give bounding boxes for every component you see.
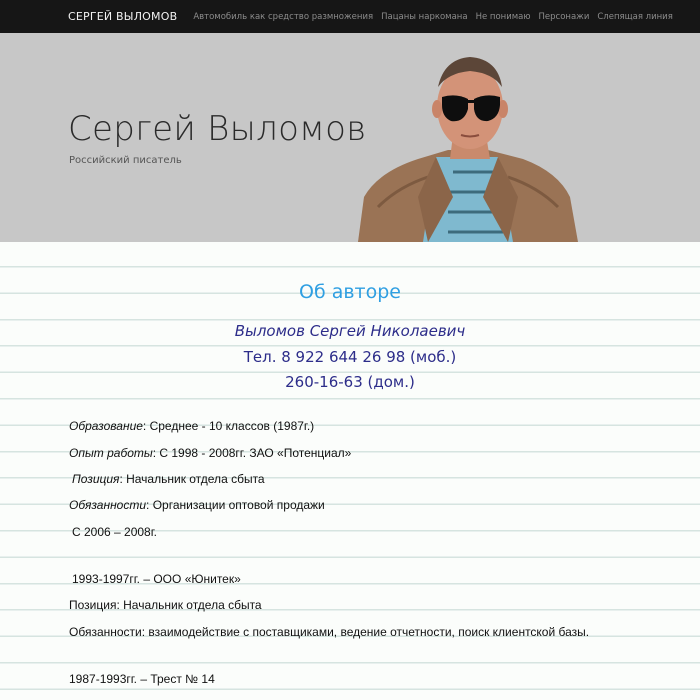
position-label: Позиция (72, 472, 120, 486)
hero-banner: Сергей Выломов Российский писатель (0, 33, 700, 242)
about-title: Об авторе (299, 281, 401, 303)
period-2006: С 2006 – 2008г. (72, 525, 157, 539)
about-section: Об авторе Выломов Сергей Николаевич Тел.… (0, 242, 700, 700)
position-value: : Начальник отдела сбыта (119, 472, 265, 486)
nav-link-2[interactable]: Пацаны наркомана (381, 12, 467, 22)
experience-label: Опыт работы (69, 446, 153, 460)
job3-period: 1987-1993гг. – Трест № 14 (69, 672, 215, 686)
nav-link-5[interactable]: Слепящая линия (597, 12, 672, 22)
position-row: Позиция: Начальник отдела сбыта (72, 472, 265, 486)
phone-mobile: Тел. 8 922 644 26 98 (моб.) (243, 348, 457, 366)
duties-value: : Организации оптовой продажи (146, 498, 325, 512)
site-brand-link[interactable]: СЕРГЕЙ ВЫЛОМОВ (68, 10, 177, 23)
experience-value: : С 1998 - 2008гг. ЗАО «Потенциал» (152, 446, 352, 460)
nav-link-4[interactable]: Персонажи (539, 12, 590, 22)
hero-title: Сергей Выломов (68, 109, 367, 149)
nav-link-3[interactable]: Не понимаю (476, 12, 531, 22)
duties-label: Обязанности (69, 498, 147, 512)
author-portrait (358, 57, 578, 242)
job2-position: Позиция: Начальник отдела сбыта (69, 598, 262, 612)
nav-link-1[interactable]: Автомобиль как средство размножения (193, 12, 373, 22)
experience-row: Опыт работы: С 1998 - 2008гг. ЗАО «Потен… (69, 446, 351, 460)
phone-home: 260-16-63 (дом.) (285, 373, 415, 391)
duties-row: Обязанности: Организации оптовой продажи (69, 498, 325, 512)
education-row: Образование: Среднее - 10 классов (1987г… (69, 419, 314, 433)
job2-duties: Обязанности: взаимодействие с поставщика… (69, 625, 590, 639)
job2-period: 1993-1997гг. – ООО «Юнитек» (72, 572, 241, 586)
top-navbar: СЕРГЕЙ ВЫЛОМОВ Автомобиль как средство р… (0, 0, 700, 33)
author-full-name: Выломов Сергей Николаевич (234, 322, 466, 340)
hero-subtitle: Российский писатель (69, 155, 182, 166)
education-value: : Среднее - 10 классов (1987г.) (142, 419, 315, 433)
education-label: Образование (69, 419, 143, 433)
